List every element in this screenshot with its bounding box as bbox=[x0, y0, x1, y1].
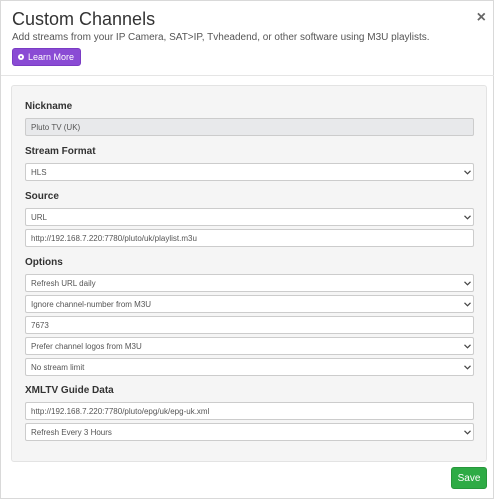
xmltv-url-value: http://192.168.7.220:7780/pluto/epg/uk/e… bbox=[31, 406, 210, 416]
refresh-url-value: Refresh URL daily bbox=[31, 278, 96, 288]
modal-title: Custom Channels bbox=[12, 9, 156, 29]
xmltv-label: XMLTV Guide Data bbox=[25, 385, 114, 396]
nickname-label: Nickname bbox=[25, 101, 73, 112]
chevron-down-icon bbox=[461, 423, 473, 441]
chevron-down-icon bbox=[461, 295, 473, 313]
stream-format-value: HLS bbox=[31, 167, 47, 177]
xmltv-url-input[interactable]: http://192.168.7.220:7780/pluto/epg/uk/e… bbox=[25, 402, 474, 420]
custom-channels-modal: Custom Channels × Add streams from your … bbox=[0, 0, 494, 499]
nickname-field[interactable]: Pluto TV (UK) bbox=[25, 118, 474, 136]
learn-more-label: Learn More bbox=[28, 52, 75, 62]
chevron-down-icon bbox=[461, 274, 473, 292]
xmltv-refresh-select[interactable]: Refresh Every 3 Hours bbox=[25, 423, 474, 441]
channel-logos-value: Prefer channel logos from M3U bbox=[31, 341, 142, 351]
info-icon bbox=[18, 54, 24, 60]
start-number-value: 7673 bbox=[31, 320, 49, 330]
form-panel: Nickname Pluto TV (UK) Stream Format HLS… bbox=[11, 85, 487, 462]
source-type-value: URL bbox=[31, 212, 48, 222]
source-type-select[interactable]: URL bbox=[25, 208, 474, 226]
xmltv-refresh-value: Refresh Every 3 Hours bbox=[31, 427, 112, 437]
channel-number-select[interactable]: Ignore channel-number from M3U bbox=[25, 295, 474, 313]
source-label: Source bbox=[25, 191, 59, 202]
chevron-down-icon bbox=[461, 208, 473, 226]
chevron-down-icon bbox=[461, 163, 473, 181]
save-button[interactable]: Save bbox=[451, 467, 487, 489]
stream-limit-select[interactable]: No stream limit bbox=[25, 358, 474, 376]
stream-format-select[interactable]: HLS bbox=[25, 163, 474, 181]
chevron-down-icon bbox=[461, 358, 473, 376]
start-number-input[interactable]: 7673 bbox=[25, 316, 474, 334]
learn-more-button[interactable]: Learn More bbox=[12, 48, 82, 66]
stream-limit-value: No stream limit bbox=[31, 362, 85, 372]
options-label: Options bbox=[25, 257, 63, 268]
modal-header: Custom Channels × Add streams from your … bbox=[1, 1, 494, 76]
modal-subtitle: Add streams from your IP Camera, SAT>IP,… bbox=[12, 32, 430, 43]
source-url-value: http://192.168.7.220:7780/pluto/uk/playl… bbox=[31, 233, 197, 243]
source-url-input[interactable]: http://192.168.7.220:7780/pluto/uk/playl… bbox=[25, 229, 474, 247]
channel-logos-select[interactable]: Prefer channel logos from M3U bbox=[25, 337, 474, 355]
stream-format-label: Stream Format bbox=[25, 146, 96, 157]
chevron-down-icon bbox=[461, 337, 473, 355]
nickname-value: Pluto TV (UK) bbox=[31, 122, 81, 132]
close-icon[interactable]: × bbox=[477, 10, 486, 26]
refresh-url-select[interactable]: Refresh URL daily bbox=[25, 274, 474, 292]
channel-number-value: Ignore channel-number from M3U bbox=[31, 299, 152, 309]
